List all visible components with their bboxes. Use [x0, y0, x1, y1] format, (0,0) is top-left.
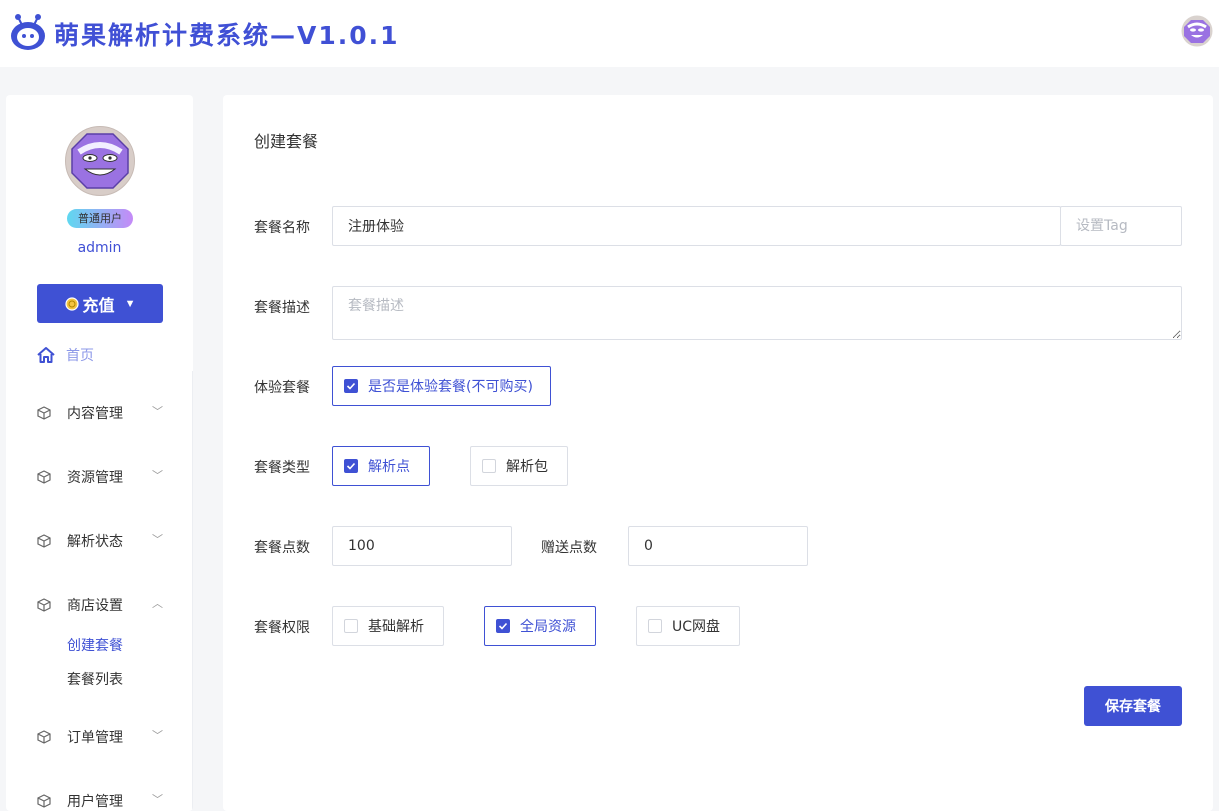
tag-input[interactable]: [1060, 206, 1182, 246]
cube-icon: [37, 534, 51, 548]
sidebar-item-label: 订单管理: [67, 730, 123, 746]
type-option-package[interactable]: 解析包: [470, 446, 568, 486]
sidebar-item-label: 用户管理: [67, 794, 123, 810]
save-package-button[interactable]: 保存套餐: [1084, 686, 1182, 726]
coin-icon: [64, 296, 79, 311]
sidebar-item-home-label: 首页: [66, 348, 94, 364]
perm-option-label: 全局资源: [520, 619, 576, 635]
perm-option-label: 基础解析: [368, 619, 424, 635]
chevron-down-icon: ﹀: [152, 793, 163, 806]
chevron-down-icon: ﹀: [152, 405, 163, 418]
cube-icon: [37, 598, 51, 612]
package-type-label: 套餐类型: [254, 460, 310, 476]
home-icon: [37, 347, 55, 363]
sidebar-item-users[interactable]: 用户管理 ﹀: [37, 791, 177, 811]
cube-icon: [37, 406, 51, 420]
package-points-input[interactable]: [332, 526, 512, 566]
profile-avatar-icon: [65, 126, 135, 196]
chevron-down-icon: ﹀: [152, 469, 163, 482]
type-option-label: 解析点: [368, 459, 410, 475]
recharge-button[interactable]: 充值 ▼: [37, 284, 163, 323]
package-desc-label: 套餐描述: [254, 300, 310, 316]
sidebar-item-content[interactable]: 内容管理 ﹀: [37, 403, 177, 423]
package-permissions-label: 套餐权限: [254, 620, 310, 636]
page-title: 创建套餐: [254, 132, 319, 151]
checkbox-checked-icon: [344, 459, 358, 473]
perm-option-basic-parse[interactable]: 基础解析: [332, 606, 444, 646]
sidebar: 普通用户 admin 充值 ▼ 首页 内容管理 ﹀ 资源管理 ﹀ 解析状态 ﹀ …: [6, 95, 193, 811]
checkbox-unchecked-icon: [482, 459, 496, 473]
chevron-down-icon: ﹀: [152, 533, 163, 546]
package-desc-textarea[interactable]: [332, 286, 1182, 340]
sidebar-divider: [192, 371, 193, 811]
app-title: 萌果解析计费系统—V1.0.1: [54, 21, 400, 50]
role-badge: 普通用户: [67, 209, 133, 228]
sidebar-item-home[interactable]: 首页: [36, 345, 94, 365]
username: admin: [77, 240, 122, 256]
sidebar-item-label: 资源管理: [67, 470, 123, 486]
package-points-label: 套餐点数: [254, 540, 310, 556]
perm-option-global-resources[interactable]: 全局资源: [484, 606, 596, 646]
trial-package-label: 体验套餐: [254, 380, 310, 396]
package-name-label: 套餐名称: [254, 220, 310, 236]
type-option-points[interactable]: 解析点: [332, 446, 430, 486]
trial-package-checkbox[interactable]: 是否是体验套餐(不可购买): [332, 366, 551, 406]
bonus-points-input[interactable]: [628, 526, 808, 566]
checkbox-checked-icon: [344, 379, 358, 393]
sidebar-subitem-create-package[interactable]: 创建套餐: [67, 635, 123, 655]
sidebar-item-parse-status[interactable]: 解析状态 ﹀: [37, 531, 177, 551]
cube-icon: [37, 730, 51, 744]
package-name-input[interactable]: [332, 206, 1061, 246]
sidebar-item-label: 商店设置: [67, 598, 123, 614]
sidebar-item-shop-settings[interactable]: 商店设置 ︿: [37, 595, 177, 615]
perm-option-uc-drive[interactable]: UC网盘: [636, 606, 740, 646]
create-package-panel: 创建套餐 套餐名称 套餐描述 体验套餐 是否是体验套餐(不可购买) 套餐类型 解…: [223, 95, 1213, 811]
robot-logo-icon: [11, 14, 45, 50]
perm-option-label: UC网盘: [672, 619, 721, 635]
trial-package-option-label: 是否是体验套餐(不可购买): [368, 379, 533, 395]
sidebar-item-label: 解析状态: [67, 534, 123, 550]
top-header: 萌果解析计费系统—V1.0.1: [0, 0, 1219, 67]
user-avatar-icon[interactable]: [1181, 15, 1213, 47]
checkbox-unchecked-icon: [344, 619, 358, 633]
sidebar-item-orders[interactable]: 订单管理 ﹀: [37, 727, 177, 747]
type-option-label: 解析包: [506, 459, 548, 475]
checkbox-checked-icon: [496, 619, 510, 633]
sidebar-item-resources[interactable]: 资源管理 ﹀: [37, 467, 177, 487]
chevron-down-icon: ﹀: [152, 729, 163, 742]
sidebar-subitem-package-list[interactable]: 套餐列表: [67, 669, 123, 689]
bonus-points-label: 赠送点数: [541, 540, 597, 556]
cube-icon: [37, 794, 51, 808]
chevron-up-icon: ︿: [152, 597, 163, 610]
checkbox-unchecked-icon: [648, 619, 662, 633]
recharge-label: 充值: [82, 297, 115, 315]
sidebar-item-label: 内容管理: [67, 406, 123, 422]
cube-icon: [37, 470, 51, 484]
caret-down-icon: ▼: [124, 297, 136, 310]
